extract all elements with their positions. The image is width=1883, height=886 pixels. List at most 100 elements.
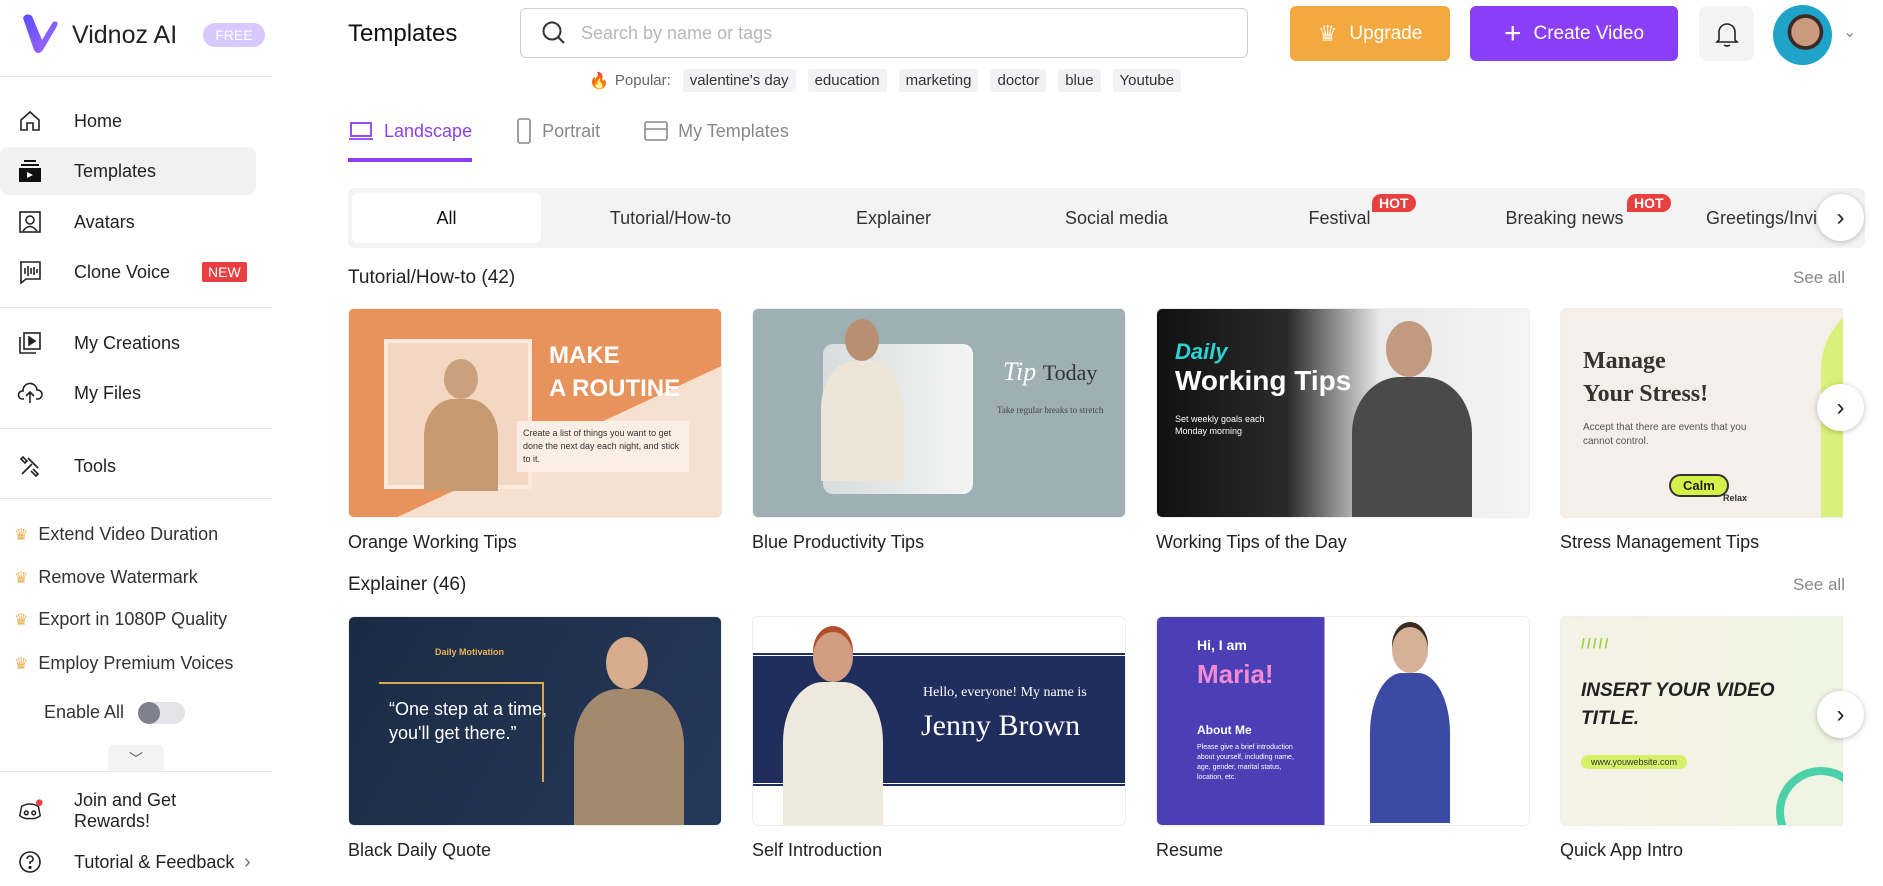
template-card[interactable]: Daily Working Tips Set weekly goals each… xyxy=(1156,308,1530,553)
tools-icon xyxy=(17,453,43,479)
template-card[interactable]: MAKE A ROUTINE Create a list of things yo… xyxy=(348,308,722,553)
sidebar-item-home[interactable]: Home xyxy=(0,97,256,145)
category-all[interactable]: All xyxy=(352,193,541,243)
logo[interactable]: Vidnoz AI FREE xyxy=(20,14,265,56)
sidebar-item-my-creations[interactable]: My Creations xyxy=(0,319,256,367)
tab-label: Landscape xyxy=(384,120,473,141)
template-thumbnail: MAKE A ROUTINE Create a list of things yo… xyxy=(348,308,722,518)
search-box[interactable] xyxy=(520,8,1248,58)
popular-tag[interactable]: Youtube xyxy=(1112,69,1182,92)
template-card[interactable]: Hello, everyone! My name is Jenny Brown … xyxy=(752,616,1126,861)
template-card[interactable]: ///// INSERT YOUR VIDEO TITLE. www.youwe… xyxy=(1560,616,1843,861)
chevron-down-icon[interactable]: ⌄ xyxy=(1843,22,1856,42)
perk-remove-watermark[interactable]: ♛ Remove Watermark xyxy=(14,567,198,588)
sidebar-item-avatars[interactable]: Avatars xyxy=(0,198,256,246)
template-title: Resume xyxy=(1156,840,1224,860)
app-name: Vidnoz AI xyxy=(72,20,178,49)
divider xyxy=(0,771,272,772)
crown-icon: ♛ xyxy=(14,526,29,544)
sidebar-item-join-rewards[interactable]: Join and Get Rewards! xyxy=(0,787,256,835)
sidebar-item-label: My Creations xyxy=(74,332,181,353)
sidebar-item-tools[interactable]: Tools xyxy=(0,442,256,490)
hot-badge: HOT xyxy=(1627,194,1671,212)
popular-tag[interactable]: education xyxy=(807,69,887,92)
crown-icon: ♛ xyxy=(14,611,29,629)
expand-chevron-button[interactable]: ﹀ xyxy=(108,745,164,771)
thumb-text: Daily xyxy=(1175,339,1228,364)
perk-extend-duration[interactable]: ♛ Extend Video Duration xyxy=(14,524,218,545)
popular-tag[interactable]: valentine's day xyxy=(682,69,796,92)
categories-next-button[interactable]: › xyxy=(1817,194,1864,241)
sidebar-item-tutorial-feedback[interactable]: Tutorial & Feedback › xyxy=(0,838,256,886)
notifications-button[interactable] xyxy=(1699,6,1754,61)
thumb-text: MAKE xyxy=(549,342,620,369)
perk-export-1080p[interactable]: ♛ Export in 1080P Quality xyxy=(14,609,227,630)
template-title: Stress Management Tips xyxy=(1560,532,1760,552)
template-title: Working Tips of the Day xyxy=(1156,532,1347,552)
category-festival[interactable]: Festival HOT xyxy=(1228,193,1451,243)
thumb-text: A ROUTINE xyxy=(549,375,681,402)
page-title: Templates xyxy=(348,20,458,47)
template-card[interactable]: Manage Your Stress! Accept that there are… xyxy=(1560,308,1843,553)
crown-icon: ♛ xyxy=(1317,20,1338,46)
sidebar-item-templates[interactable]: Templates xyxy=(0,147,256,195)
thumb-text: About Me xyxy=(1197,723,1252,737)
category-label: Social media xyxy=(1064,207,1169,228)
sidebar-item-label: My Files xyxy=(74,382,141,403)
upgrade-button[interactable]: ♛ Upgrade xyxy=(1290,6,1450,61)
row-next-button[interactable]: › xyxy=(1817,691,1864,738)
template-thumbnail: Daily Motivation “One step at a time, yo… xyxy=(348,616,722,826)
phone-icon xyxy=(517,118,531,144)
section-title: Tutorial/How-to (42) xyxy=(348,267,516,288)
sidebar-item-clone-voice[interactable]: Clone Voice NEW xyxy=(0,248,256,296)
chevron-right-icon: › xyxy=(1836,700,1845,728)
thumb-text: Take regular breaks to stretch xyxy=(997,405,1104,415)
chevron-right-icon: › xyxy=(1836,393,1845,421)
flame-icon: 🔥 xyxy=(589,72,609,90)
category-breaking-news[interactable]: Breaking news HOT xyxy=(1453,193,1676,243)
search-input[interactable] xyxy=(581,22,1181,44)
thumb-text: Hi, I am xyxy=(1197,637,1247,653)
popular-tag[interactable]: marketing xyxy=(898,69,979,92)
chevron-right-icon: › xyxy=(1836,203,1845,231)
avatar-icon xyxy=(17,209,43,235)
template-card[interactable]: Daily Motivation “One step at a time, yo… xyxy=(348,616,722,861)
tab-my-templates[interactable]: My Templates xyxy=(644,116,789,146)
thumb-text: Hello, everyone! My name is xyxy=(923,685,1087,700)
thumb-text: Accept that there are events that you ca… xyxy=(1583,422,1747,447)
category-label: Greetings/Invi xyxy=(1706,207,1818,228)
sidebar: Vidnoz AI FREE Home Templates Avatars Cl… xyxy=(0,0,287,875)
tab-portrait[interactable]: Portrait xyxy=(516,116,600,146)
thumb-text: Working Tips xyxy=(1175,365,1352,396)
template-card[interactable]: Hi, I am Maria! About Me Please give a b… xyxy=(1156,616,1530,861)
thumb-text: Your Stress! xyxy=(1583,381,1709,407)
category-social-media[interactable]: Social media xyxy=(1005,193,1228,243)
category-label: Tutorial/How-to xyxy=(609,207,732,228)
template-row: Daily Motivation “One step at a time, yo… xyxy=(348,616,1843,875)
template-thumbnail: ///// INSERT YOUR VIDEO TITLE. www.youwe… xyxy=(1560,616,1843,826)
template-thumbnail: Daily Working Tips Set weekly goals each… xyxy=(1156,308,1530,518)
user-avatar[interactable] xyxy=(1773,5,1832,65)
sidebar-item-label: Tools xyxy=(74,455,117,476)
category-explainer[interactable]: Explainer xyxy=(782,193,1005,243)
home-icon xyxy=(17,108,43,134)
tab-landscape[interactable]: Landscape xyxy=(348,116,473,162)
template-card[interactable]: Tip Today Take regular breaks to stretch… xyxy=(752,308,1126,553)
enable-all-toggle[interactable] xyxy=(138,702,185,724)
sidebar-item-label: Clone Voice xyxy=(74,261,171,282)
category-label: Breaking news xyxy=(1505,207,1624,228)
category-tutorial[interactable]: Tutorial/How-to xyxy=(559,193,782,243)
popular-tag[interactable]: blue xyxy=(1058,69,1101,92)
thumb-text: Relax xyxy=(1723,493,1748,503)
see-all-link[interactable]: See all xyxy=(1793,268,1845,288)
sidebar-item-my-files[interactable]: My Files xyxy=(0,369,256,417)
see-all-link[interactable]: See all xyxy=(1793,575,1845,595)
popular-tag[interactable]: doctor xyxy=(990,69,1047,92)
new-badge: NEW xyxy=(202,262,247,282)
row-next-button[interactable]: › xyxy=(1817,384,1864,431)
voice-icon xyxy=(17,259,43,285)
laptop-icon xyxy=(349,122,373,140)
perk-premium-voices[interactable]: ♛ Employ Premium Voices xyxy=(14,653,233,674)
create-video-button[interactable]: + Create Video xyxy=(1470,6,1678,61)
crown-icon: ♛ xyxy=(14,569,29,587)
